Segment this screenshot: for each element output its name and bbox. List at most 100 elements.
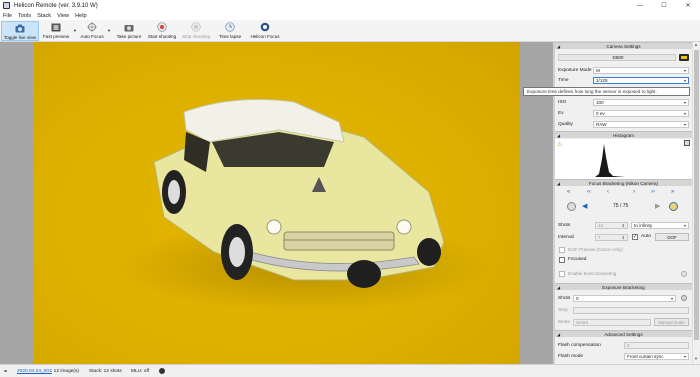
fb-interval-input[interactable]: 7 ⇕ bbox=[595, 234, 628, 241]
take-picture-label: Take picture bbox=[116, 34, 142, 39]
chevron-down-icon: ▾ bbox=[683, 354, 686, 359]
minimize-button[interactable]: — bbox=[628, 0, 652, 11]
close-button[interactable]: ✕ bbox=[676, 0, 700, 11]
collapse-triangle-icon: ◢ bbox=[557, 132, 561, 138]
fb-interval-value: 7 bbox=[598, 235, 601, 240]
move-forward-icon[interactable]: ▶ bbox=[655, 202, 660, 210]
info-icon[interactable] bbox=[681, 295, 687, 301]
chevron-down-icon: ▾ bbox=[683, 68, 686, 73]
title-bar: Helicon Remote (ver. 3.9.10 W) — ☐ ✕ bbox=[0, 0, 700, 11]
exposure-mode-select[interactable]: M ▾ bbox=[593, 67, 689, 74]
time-lapse-button[interactable]: Time lapse bbox=[218, 21, 242, 41]
flash-mode-label: Flash mode bbox=[558, 353, 584, 359]
eb-mode-value: Smart bbox=[576, 320, 589, 325]
exposure-mode-label: Exposure Mode bbox=[558, 67, 592, 73]
advanced-settings-title: Advanced Settings bbox=[604, 331, 643, 337]
ev-select[interactable]: 0 ev ▾ bbox=[593, 110, 689, 117]
dof-button[interactable]: DOF bbox=[655, 233, 689, 241]
step-left-double-icon[interactable]: ‹‹ bbox=[587, 189, 591, 195]
maximize-button[interactable]: ☐ bbox=[652, 0, 676, 11]
fast-preview-dropdown-icon[interactable]: ▼ bbox=[73, 28, 77, 33]
chevron-down-icon: ▾ bbox=[683, 100, 686, 105]
focus-bracketing-title: Focus Bracketing (Nikon Camera) bbox=[588, 180, 659, 186]
chevron-down-icon: ▾ bbox=[670, 296, 673, 301]
auto-checkbox[interactable]: ✓ bbox=[632, 234, 638, 240]
start-shooting-button[interactable]: Start shooting bbox=[147, 21, 177, 41]
focused-label: Focused bbox=[568, 257, 587, 262]
manual-mode-button[interactable]: Manual mode bbox=[654, 318, 689, 326]
step-right-double-icon[interactable]: ›› bbox=[651, 189, 655, 195]
stop-shooting-button[interactable]: Stop shooting bbox=[181, 21, 211, 41]
fb-shots-input[interactable]: 12 ⇕ bbox=[595, 222, 628, 229]
menu-help[interactable]: Help bbox=[72, 13, 90, 19]
advanced-settings-header[interactable]: ◢ Advanced Settings bbox=[555, 330, 692, 337]
to-infinity-select[interactable]: to infinity ▾ bbox=[631, 222, 689, 229]
camera-shutter-icon bbox=[124, 22, 134, 32]
menu-tools[interactable]: Tools bbox=[15, 13, 34, 19]
step-far-right-icon[interactable]: » bbox=[671, 189, 674, 195]
move-back-icon[interactable]: ◀ bbox=[582, 202, 587, 210]
camera-settings-title: Camera Settings bbox=[606, 43, 641, 49]
menu-bar: File Tools Stack View Help bbox=[0, 11, 700, 20]
menu-file[interactable]: File bbox=[0, 13, 15, 19]
chevron-down-icon: ▾ bbox=[683, 111, 686, 116]
auto-focus-dropdown-icon[interactable]: ▼ bbox=[107, 28, 111, 33]
session-folder-link[interactable]: 2020.04.24_001 bbox=[17, 369, 52, 374]
helicon-focus-button[interactable]: Helicon Focus bbox=[249, 21, 281, 41]
quality-select[interactable]: RAW ▾ bbox=[593, 121, 689, 128]
camera-settings-header[interactable]: ◢ Camera Settings bbox=[555, 42, 692, 49]
flash-mode-select[interactable]: Front curtain sync ▾ bbox=[624, 353, 689, 360]
step-right-icon[interactable]: › bbox=[633, 189, 635, 195]
step-left-icon[interactable]: ‹ bbox=[607, 189, 609, 195]
toggle-live-view-button[interactable]: Toggle live view bbox=[1, 21, 39, 41]
toolbar: Toggle live view Fast preview ▼ Auto Foc… bbox=[0, 20, 700, 42]
panel-scrollbar[interactable]: ▲ ▼ bbox=[692, 42, 700, 364]
info-icon[interactable] bbox=[681, 271, 687, 277]
dof-preview-label: DOF Preview (Canon only) bbox=[568, 247, 623, 252]
time-select[interactable]: 1/125 ▾ bbox=[593, 77, 689, 84]
iso-select[interactable]: 100 ▾ bbox=[593, 99, 689, 106]
set-start-point-icon[interactable] bbox=[567, 202, 576, 211]
flash-comp-label: Flash compensation bbox=[558, 342, 601, 348]
eb-shots-label: Shots bbox=[558, 295, 571, 301]
eb-step-input[interactable] bbox=[573, 307, 689, 314]
menu-stack[interactable]: Stack bbox=[34, 13, 54, 19]
fast-preview-button[interactable]: Fast preview ▼ bbox=[41, 21, 77, 41]
flash-comp-value: 0 bbox=[627, 343, 630, 348]
dof-preview-checkbox[interactable] bbox=[559, 247, 565, 253]
set-end-point-icon[interactable] bbox=[669, 202, 678, 211]
time-label: Time bbox=[558, 77, 569, 83]
scroll-up-icon[interactable]: ▲ bbox=[694, 42, 698, 47]
exposure-bracketing-header[interactable]: ◢ Exposure Bracketing bbox=[555, 283, 692, 290]
flash-comp-input[interactable]: 0 bbox=[624, 342, 689, 349]
connection-icon: ⚭ bbox=[3, 368, 9, 375]
auto-focus-label: Auto Focus bbox=[80, 34, 104, 39]
eb-shots-value: 0 bbox=[576, 296, 579, 301]
toy-car-image bbox=[114, 99, 494, 312]
to-infinity-value: to infinity bbox=[634, 223, 653, 228]
histogram-mode-icon[interactable] bbox=[684, 140, 690, 146]
focus-bracketing-header[interactable]: ◢ Focus Bracketing (Nikon Camera) bbox=[555, 179, 692, 186]
stop-shooting-label: Stop shooting bbox=[181, 34, 211, 39]
scroll-down-icon[interactable]: ▼ bbox=[694, 356, 698, 361]
mlu-status: MLU: off bbox=[131, 368, 150, 374]
flash-mode-value: Front curtain sync bbox=[627, 354, 664, 359]
take-picture-button[interactable]: Take picture bbox=[115, 21, 143, 41]
focused-checkbox[interactable] bbox=[559, 257, 565, 263]
histogram-header[interactable]: ◢ Histogram bbox=[555, 131, 692, 138]
eb-mode-select[interactable]: Smart bbox=[573, 319, 651, 326]
live-view-area[interactable] bbox=[0, 42, 553, 364]
scrollbar-thumb[interactable] bbox=[694, 50, 699, 340]
helicon-remote-window: Helicon Remote (ver. 3.9.10 W) — ☐ ✕ Fil… bbox=[0, 0, 700, 377]
auto-label: Auto bbox=[641, 234, 651, 239]
eb-shots-select[interactable]: 0 ▾ bbox=[573, 295, 676, 302]
iso-label: ISO bbox=[558, 99, 567, 105]
fast-preview-label: Fast preview bbox=[42, 34, 70, 39]
window-title: Helicon Remote (ver. 3.9.10 W) bbox=[14, 2, 98, 9]
menu-view[interactable]: View bbox=[54, 13, 72, 19]
burst-checkbox[interactable] bbox=[559, 271, 565, 277]
clock-icon bbox=[225, 22, 235, 32]
focus-target-icon bbox=[87, 22, 97, 32]
auto-focus-button[interactable]: Auto Focus ▼ bbox=[79, 21, 111, 41]
step-far-left-icon[interactable]: « bbox=[567, 189, 570, 195]
